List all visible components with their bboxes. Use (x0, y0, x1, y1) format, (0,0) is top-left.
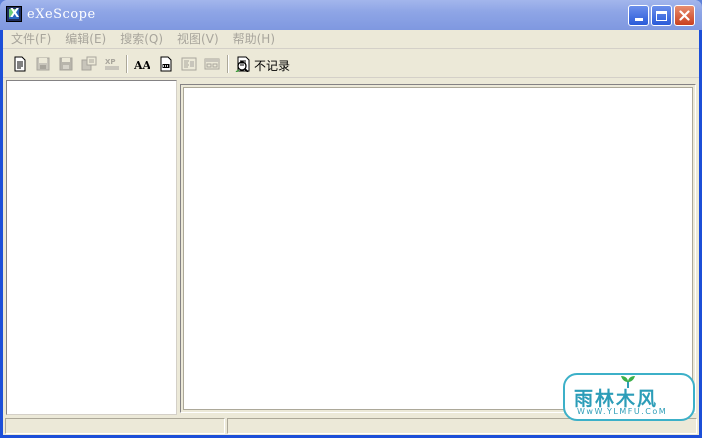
xp-style-icon: XP (105, 58, 119, 70)
minimize-button[interactable] (628, 5, 649, 26)
menu-help[interactable]: 帮助(H) (233, 30, 275, 48)
content-view[interactable] (183, 87, 693, 410)
content-panel (180, 84, 696, 413)
menu-view[interactable]: 视图(V) (177, 30, 219, 48)
menu-bar: 文件(F) 编辑(E) 搜索(Q) 视图(V) 帮助(H) (3, 30, 699, 49)
close-button[interactable] (674, 5, 695, 26)
font-icon: AA (134, 59, 150, 72)
log-toggle-button[interactable] (234, 55, 252, 73)
xp-style-button[interactable]: XP (103, 55, 121, 73)
font-button[interactable]: AA (133, 55, 151, 73)
save-icon (36, 57, 50, 71)
save-button[interactable] (34, 55, 52, 73)
dialog-view-button[interactable] (180, 55, 198, 73)
app-icon[interactable] (6, 6, 22, 22)
resource-tree-panel[interactable] (6, 80, 177, 415)
export-button[interactable] (80, 55, 98, 73)
menu-edit[interactable]: 编辑(E) (65, 30, 106, 48)
svg-text:AA: AA (134, 59, 150, 72)
toolbar-separator (227, 55, 229, 73)
save-as-button[interactable] (57, 55, 75, 73)
toolbar-separator (126, 55, 128, 73)
form-view-icon (204, 58, 220, 70)
menu-file[interactable]: 文件(F) (11, 30, 51, 48)
watermark-url: WwW.YLMFU.CoM (577, 407, 668, 416)
form-view-button[interactable] (203, 55, 221, 73)
toolbar: XP AA 不记录 (3, 50, 699, 78)
title-bar[interactable]: eXeScope (0, 0, 702, 30)
export-icon (81, 56, 97, 71)
status-segment-left (5, 418, 225, 434)
window-title: eXeScope (27, 7, 96, 22)
menu-search[interactable]: 搜索(Q) (120, 30, 163, 48)
log-toggle-label[interactable]: 不记录 (254, 57, 290, 74)
maximize-button[interactable] (651, 5, 672, 26)
close-icon (679, 10, 690, 21)
log-icon (235, 56, 250, 72)
maximize-icon (656, 10, 667, 21)
dialog-view-icon (181, 57, 197, 71)
binary-view-icon (160, 56, 172, 72)
watermark-logo: 雨林木风 WwW.YLMFU.CoM (563, 373, 695, 421)
svg-text:XP: XP (105, 58, 116, 66)
open-file-button[interactable] (11, 55, 29, 73)
save-as-icon (59, 57, 73, 71)
binary-view-button[interactable] (157, 55, 175, 73)
minimize-icon (634, 18, 643, 21)
open-file-icon (14, 56, 26, 72)
